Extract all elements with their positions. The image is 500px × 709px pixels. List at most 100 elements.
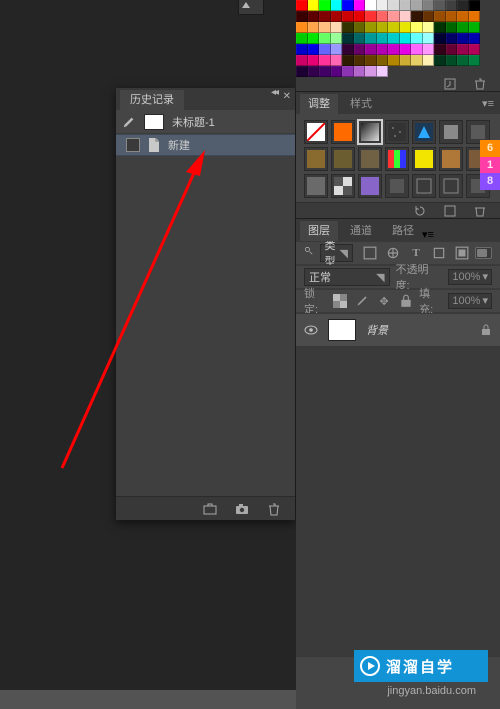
swatch[interactable] <box>411 11 423 22</box>
swatch[interactable] <box>469 0 481 11</box>
swatch[interactable] <box>342 44 354 55</box>
swatch[interactable] <box>457 22 469 33</box>
swatch[interactable] <box>411 22 423 33</box>
lock-paint-icon[interactable] <box>355 294 369 308</box>
lookup-icon[interactable] <box>304 174 328 198</box>
brightness-icon[interactable] <box>412 120 436 144</box>
pattern-icon[interactable] <box>385 120 409 144</box>
swatch[interactable] <box>296 55 308 66</box>
swatch[interactable] <box>446 11 458 22</box>
swatch[interactable] <box>308 0 320 11</box>
swatch[interactable] <box>469 22 481 33</box>
swatch[interactable] <box>423 0 435 11</box>
gradmap-icon[interactable] <box>439 174 463 198</box>
swatch[interactable] <box>377 11 389 22</box>
swatch[interactable] <box>342 11 354 22</box>
swatch[interactable] <box>434 33 446 44</box>
swatch[interactable] <box>446 33 458 44</box>
swatch[interactable] <box>308 44 320 55</box>
posterize-icon[interactable] <box>358 174 382 198</box>
swatch[interactable] <box>400 11 412 22</box>
tab-styles[interactable]: 样式 <box>342 94 380 114</box>
swatch[interactable] <box>365 22 377 33</box>
swatch[interactable] <box>457 44 469 55</box>
swatch[interactable] <box>388 44 400 55</box>
swatch[interactable] <box>354 22 366 33</box>
filter-toggle[interactable] <box>475 247 492 259</box>
swatch[interactable] <box>411 33 423 44</box>
swatch[interactable] <box>388 0 400 11</box>
swatch[interactable] <box>319 22 331 33</box>
no-icon[interactable] <box>304 120 328 144</box>
swatch[interactable] <box>296 0 308 11</box>
filter-type-select[interactable]: 类型◥ <box>320 244 353 262</box>
swatch[interactable] <box>400 0 412 11</box>
swatch[interactable] <box>377 22 389 33</box>
levels-icon[interactable] <box>439 120 463 144</box>
swatch[interactable] <box>331 0 343 11</box>
swatch[interactable] <box>388 22 400 33</box>
filter-type-text-icon[interactable]: T <box>409 246 423 260</box>
swatch[interactable] <box>319 11 331 22</box>
swatch[interactable] <box>457 33 469 44</box>
swatch[interactable] <box>400 33 412 44</box>
swatch[interactable] <box>308 33 320 44</box>
swatch[interactable] <box>446 44 458 55</box>
collapse-icon[interactable]: ◂◂ <box>271 87 277 98</box>
layer-row[interactable]: 背景 <box>296 313 500 347</box>
filter-shape-icon[interactable] <box>432 246 446 260</box>
swatch[interactable] <box>319 44 331 55</box>
threshold-icon[interactable] <box>385 174 409 198</box>
new-snapshot-from-state-icon[interactable] <box>203 502 217 516</box>
swatch[interactable] <box>434 55 446 66</box>
hue-icon[interactable] <box>358 147 382 171</box>
panel-menu-icon[interactable]: ▾≡ <box>422 228 434 241</box>
swatch[interactable] <box>377 66 389 77</box>
filter-adjust-icon[interactable] <box>386 246 400 260</box>
opacity-value[interactable]: 100%▾ <box>448 269 492 285</box>
photo-filter-icon[interactable] <box>439 147 463 171</box>
swatch[interactable] <box>434 22 446 33</box>
filter-smart-icon[interactable] <box>455 246 469 260</box>
exposure-icon[interactable] <box>304 147 328 171</box>
swatch[interactable] <box>365 11 377 22</box>
swatch[interactable] <box>377 44 389 55</box>
lock-transparency-icon[interactable] <box>333 294 347 308</box>
selective-icon[interactable] <box>412 174 436 198</box>
tab-paths[interactable]: 路径 <box>384 221 422 241</box>
swatch[interactable] <box>423 55 435 66</box>
swatch[interactable] <box>457 0 469 11</box>
swatch[interactable] <box>457 11 469 22</box>
swatch[interactable] <box>446 0 458 11</box>
swatch[interactable] <box>365 33 377 44</box>
invert-icon[interactable] <box>331 174 355 198</box>
swatch[interactable] <box>377 55 389 66</box>
swatch[interactable] <box>331 66 343 77</box>
lock-position-icon[interactable]: ✥ <box>377 294 391 308</box>
swatch[interactable] <box>423 44 435 55</box>
history-tab[interactable]: 历史记录 <box>120 90 184 110</box>
swatch[interactable] <box>308 22 320 33</box>
bw-icon[interactable] <box>412 147 436 171</box>
swatch[interactable] <box>446 22 458 33</box>
new-swatch-icon[interactable] <box>444 78 456 90</box>
swatch[interactable] <box>423 22 435 33</box>
fill-value[interactable]: 100%▾ <box>448 293 492 309</box>
swatch[interactable] <box>411 44 423 55</box>
visibility-icon[interactable] <box>304 323 318 337</box>
solid-icon[interactable] <box>331 120 355 144</box>
swatch[interactable] <box>296 22 308 33</box>
swatch[interactable] <box>342 55 354 66</box>
panel-menu-icon[interactable]: ▾≡ <box>482 97 494 110</box>
swatch[interactable] <box>296 44 308 55</box>
swatch[interactable] <box>296 66 308 77</box>
filter-pixel-icon[interactable] <box>363 246 377 260</box>
swatch[interactable] <box>354 11 366 22</box>
swatch[interactable] <box>469 44 481 55</box>
swatch[interactable] <box>365 0 377 11</box>
vibrance-icon[interactable] <box>331 147 355 171</box>
swatch[interactable] <box>388 33 400 44</box>
swatch[interactable] <box>319 55 331 66</box>
camera-icon[interactable] <box>235 502 249 516</box>
swatch[interactable] <box>365 44 377 55</box>
